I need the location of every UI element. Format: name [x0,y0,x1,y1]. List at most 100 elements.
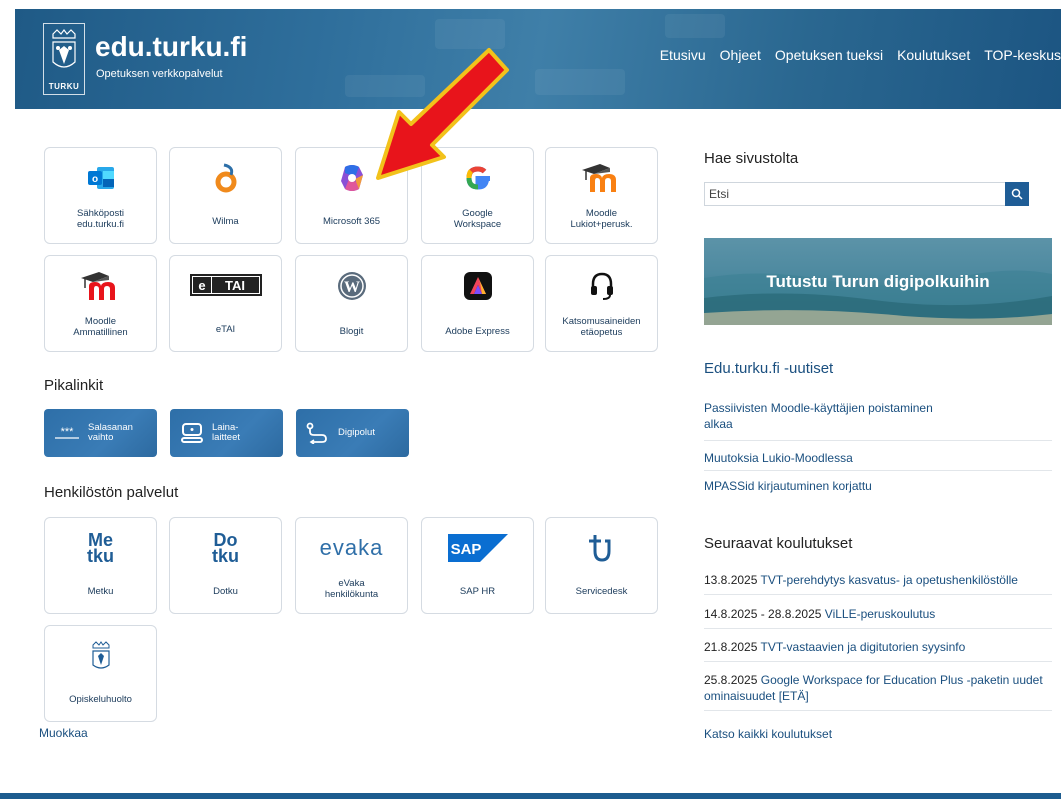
training-item[interactable]: 13.8.2025 TVT-perehdytys kasvatus- ja op… [704,572,1052,595]
tile-blogit[interactable]: W Blogit [295,255,408,352]
svg-text:o: o [91,174,97,185]
nav-etusivu[interactable]: Etusivu [660,47,706,63]
quicklink-label: Digipolut [338,427,375,438]
tile-opiskeluhuolto[interactable]: Opiskeluhuolto [44,625,157,722]
quicklink-lainalaitteet[interactable]: Laina-laitteet [170,409,283,457]
search-icon [1011,188,1023,200]
svg-text:e: e [198,278,205,293]
tile-etai[interactable]: e TAI eTAI [169,255,282,352]
tile-moodle-ammatillinen[interactable]: Moodle Ammatillinen [44,255,157,352]
servicedesk-icon [588,535,610,562]
news-title[interactable]: Edu.turku.fi -uutiset [704,360,833,377]
tile-adobe-express[interactable]: Adobe Express [421,255,534,352]
tile-label: Moodle [585,208,618,219]
search-input[interactable]: Etsi [704,182,1029,206]
tile-label-2: Ammatillinen [73,327,128,338]
training-item[interactable]: 14.8.2025 - 28.8.2025 ViLLE-peruskoulutu… [704,606,1052,629]
tile-moodle-lukiot[interactable]: Moodle Lukiot+perusk. [545,147,658,244]
tile-label-2: edu.turku.fi [76,219,124,230]
nav-opetuksen-tueksi[interactable]: Opetuksen tueksi [775,47,883,63]
tile-label: Google [462,208,493,219]
headset-icon [590,272,613,300]
tile-label: Blogit [339,326,364,337]
tile-label: Wilma [212,216,239,227]
quicklink-salasanan-vaihto[interactable]: *** Salasanan vaihto [44,409,157,457]
header-background-key [665,14,725,38]
tile-label: Metku [87,586,114,597]
logo-text: TURKU [48,82,80,91]
tile-sap-hr[interactable]: SAP SAP HR [421,517,534,614]
tile-label: eVaka [338,578,365,589]
edit-link[interactable]: Muokkaa [39,726,88,740]
tile-wilma[interactable]: Wilma [169,147,282,244]
site-subtitle: Opetuksen verkkopalvelut [96,68,223,80]
site-title[interactable]: edu.turku.fi [95,31,247,63]
tile-label-2: Lukiot+perusk. [570,219,633,230]
wordpress-icon: W [337,272,366,300]
tile-label: Adobe Express [445,326,510,337]
password-icon: *** [55,426,79,439]
all-trainings-link[interactable]: Katso kaikki koulutukset [704,726,1052,746]
metku-icon: Me tku [87,530,114,566]
svg-text:W: W [344,279,360,296]
outlook-icon: o [87,167,114,189]
moodle-icon [581,164,616,192]
training-date: 14.8.2025 - 28.8.2025 [704,607,822,621]
training-date: 13.8.2025 [704,573,758,587]
quicklinks-title: Pikalinkit [44,377,104,394]
adobe-express-icon [463,272,492,300]
search-button[interactable] [1005,182,1029,206]
device-icon [181,423,203,443]
banner-text: Tutustu Turun digipolkuihin [766,271,990,291]
red-arrow-annotation [376,48,509,180]
training-item[interactable]: 21.8.2025 TVT-vastaavien ja digitutorien… [704,639,1052,662]
svg-text:TAI: TAI [225,278,245,293]
news-item[interactable]: Muutoksia Lukio-Moodlessa [704,450,1052,471]
main-nav: Etusivu Ohjeet Opetuksen tueksi Koulutuk… [660,47,1061,63]
training-item[interactable]: 25.8.2025 Google Workspace for Education… [704,672,1052,711]
news-item[interactable]: MPASSid kirjautuminen korjattu [704,478,1052,498]
quicklink-digipolut[interactable]: Digipolut [296,409,409,457]
digipolut-banner[interactable]: Tutustu Turun digipolkuihin [704,238,1052,325]
tile-label-2: Workspace [453,219,502,230]
footer-bar [0,793,1061,799]
training-link[interactable]: ViLLE-peruskoulutus [825,607,936,621]
tile-label: Dotku [213,586,238,597]
svg-text:***: *** [61,426,75,438]
training-link[interactable]: TVT-perehdytys kasvatus- ja opetushenkil… [761,573,1018,587]
nav-koulutukset[interactable]: Koulutukset [897,47,970,63]
news-item[interactable]: Passiivisten Moodle-käyttäjien poistamin… [704,400,964,436]
quicklink-label-2: laitteet [212,432,240,443]
dotku-icon: Do tku [212,530,239,566]
evaka-icon: evaka [319,535,384,560]
search-title: Hae sivustolta [704,150,799,167]
turku-crest-icon [91,641,110,669]
tile-katsomusaineiden[interactable]: Katsomusaineiden etäopetus [545,255,658,352]
turku-crest-icon [52,29,76,68]
tile-label: Opiskeluhuolto [69,694,132,705]
tile-label-2: etäopetus [580,327,623,338]
tile-label: Servicedesk [575,586,628,597]
tile-dotku[interactable]: Do tku Dotku [169,517,282,614]
tile-label: Sähköposti [76,208,124,219]
training-link[interactable]: TVT-vastaavien ja digitutorien syysinfo [761,640,966,654]
tile-evaka[interactable]: evaka eVaka henkilökunta [295,517,408,614]
tile-sahkoposti[interactable]: o Sähköposti edu.turku.fi [44,147,157,244]
quicklink-label-2: vaihto [88,432,114,443]
tile-label-2: henkilökunta [324,589,379,600]
tile-label: SAP HR [459,586,496,597]
divider [704,440,1052,441]
nav-top-keskus[interactable]: TOP-keskus [984,47,1061,63]
staff-services-title: Henkilöstön palvelut [44,484,179,501]
tile-label: Microsoft 365 [322,216,381,227]
tile-label: Katsomusaineiden [562,316,641,327]
header-background-key [535,69,625,95]
tile-metku[interactable]: Me tku Metku [44,517,157,614]
turku-logo[interactable]: TURKU [43,23,85,95]
etai-icon: e TAI [189,274,262,296]
tile-label: eTAI [215,324,236,335]
trainings-title: Seuraavat koulutukset [704,535,853,552]
nav-ohjeet[interactable]: Ohjeet [720,47,761,63]
sap-icon: SAP [447,534,508,562]
tile-servicedesk[interactable]: Servicedesk [545,517,658,614]
